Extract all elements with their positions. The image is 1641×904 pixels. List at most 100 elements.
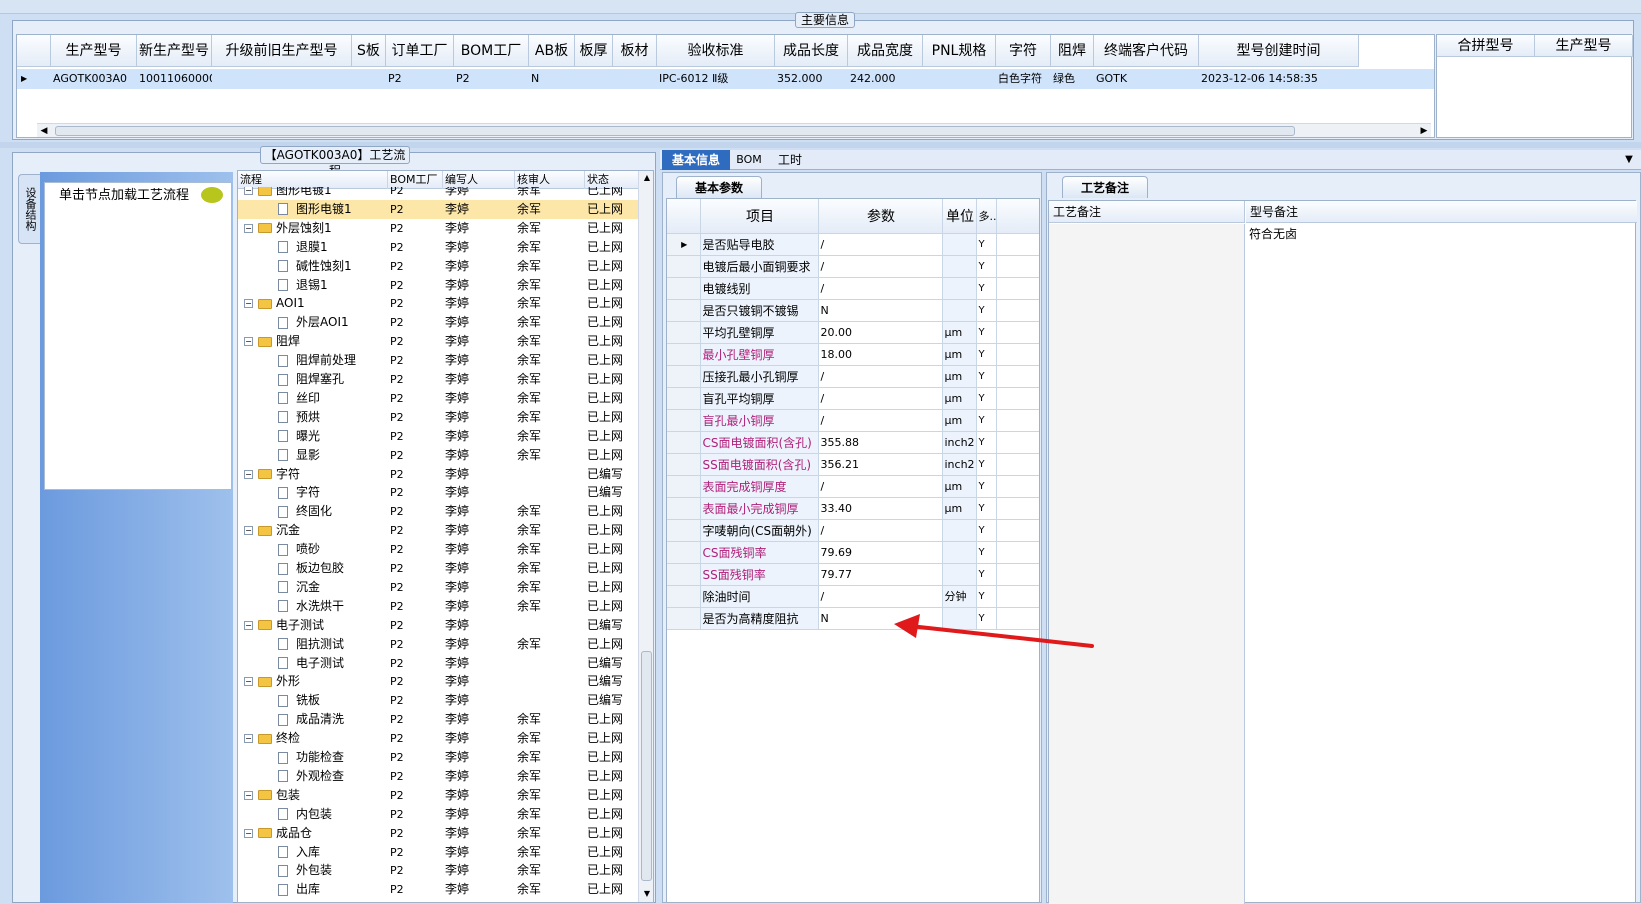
- scroll-up-icon[interactable]: ▲: [639, 171, 653, 185]
- params-row[interactable]: 压接孔最小孔铜厚 / μm Y: [667, 365, 1039, 388]
- table-cell[interactable]: [352, 69, 386, 89]
- tree-row[interactable]: 外层AOI1 P2 李婷 余军 已上网: [238, 313, 638, 332]
- tree-row[interactable]: 功能检查 P2 李婷 余军 已上网: [238, 748, 638, 767]
- merge-model-header[interactable]: 合拼型号: [1437, 35, 1535, 57]
- table-cell[interactable]: IPC-6012 Ⅱ级: [657, 69, 775, 89]
- param-value[interactable]: 20.00: [818, 321, 943, 344]
- tab-basic-info[interactable]: 基本信息: [662, 150, 730, 170]
- param-value[interactable]: /: [818, 519, 943, 542]
- params-row[interactable]: 字唛朝向(CS面朝外) / Y: [667, 519, 1039, 542]
- expand-toggle-icon[interactable]: −: [244, 824, 253, 843]
- col-header[interactable]: 型号创建时间: [1199, 35, 1359, 67]
- table-cell[interactable]: [923, 69, 996, 89]
- scroll-right-icon[interactable]: ▶: [1417, 124, 1431, 137]
- col-header[interactable]: 成品宽度: [848, 35, 923, 67]
- params-row[interactable]: 是否只镀铜不镀锡 N Y: [667, 299, 1039, 322]
- param-value[interactable]: /: [818, 233, 943, 256]
- params-row[interactable]: 电镀线别 / Y: [667, 277, 1039, 300]
- params-row[interactable]: SS面残铜率 79.77 Y: [667, 563, 1039, 586]
- param-value[interactable]: 355.88: [818, 431, 943, 454]
- tab-hours[interactable]: 工时: [772, 150, 808, 170]
- tree-row[interactable]: 碱性蚀刻1 P2 李婷 余军 已上网: [238, 257, 638, 276]
- col-header[interactable]: 阻焊: [1051, 35, 1094, 67]
- param-value[interactable]: /: [818, 255, 943, 278]
- node-hint-box[interactable]: 单击节点加载工艺流程: [44, 182, 232, 490]
- col-header[interactable]: 终端客户代码: [1094, 35, 1199, 67]
- tree-row[interactable]: 内包装 P2 李婷 余军 已上网: [238, 805, 638, 824]
- model-note-textarea[interactable]: 符合无卤: [1249, 225, 1629, 245]
- tab-dropdown-icon[interactable]: ▼: [1622, 152, 1636, 168]
- tree-row[interactable]: 显影 P2 李婷 余军 已上网: [238, 446, 638, 465]
- expand-toggle-icon[interactable]: −: [244, 465, 253, 484]
- tree-row[interactable]: 终固化 P2 李婷 余军 已上网: [238, 502, 638, 521]
- table-cell[interactable]: 10011060000225: [137, 69, 212, 89]
- params-row[interactable]: 表面完成铜厚度 / μm Y: [667, 475, 1039, 498]
- tree-row[interactable]: 字符 P2 李婷 已编写: [238, 483, 638, 502]
- tree-row[interactable]: 入库 P2 李婷 余军 已上网: [238, 843, 638, 862]
- tree-row[interactable]: 阻焊塞孔 P2 李婷 余军 已上网: [238, 370, 638, 389]
- param-value[interactable]: /: [818, 409, 943, 432]
- expand-toggle-icon[interactable]: −: [244, 219, 253, 238]
- col-header[interactable]: S板: [352, 35, 386, 67]
- horizontal-scrollbar[interactable]: ◀ ▶: [37, 123, 1431, 137]
- expand-toggle-icon[interactable]: −: [244, 786, 253, 805]
- tree-row[interactable]: 水洗烘干 P2 李婷 余军 已上网: [238, 597, 638, 616]
- tree-row[interactable]: 退膜1 P2 李婷 余军 已上网: [238, 238, 638, 257]
- tree-row[interactable]: 退锡1 P2 李婷 余军 已上网: [238, 276, 638, 295]
- params-row[interactable]: ▶ 是否贴导电胶 / Y: [667, 233, 1039, 256]
- tree-row[interactable]: 铣板 P2 李婷 已编写: [238, 691, 638, 710]
- expand-toggle-icon[interactable]: −: [244, 729, 253, 748]
- tree-row[interactable]: 喷砂 P2 李婷 余军 已上网: [238, 540, 638, 559]
- scroll-thumb[interactable]: [55, 126, 1295, 136]
- tree-row[interactable]: − 外层蚀刻1 P2 李婷 余军 已上网: [238, 219, 638, 238]
- side-tab-device-structure[interactable]: 设备结构: [18, 174, 40, 244]
- scroll-thumb[interactable]: [641, 651, 652, 881]
- scroll-down-icon[interactable]: ▼: [639, 887, 653, 901]
- expand-toggle-icon[interactable]: −: [244, 672, 253, 691]
- param-value[interactable]: /: [818, 585, 943, 608]
- params-row[interactable]: CS面残铜率 79.69 Y: [667, 541, 1039, 564]
- tree-row[interactable]: 丝印 P2 李婷 余军 已上网: [238, 389, 638, 408]
- tree-row[interactable]: 图形电镀1 P2 李婷 余军 已上网: [238, 199, 638, 219]
- param-value[interactable]: /: [818, 475, 943, 498]
- params-row[interactable]: 最小孔壁铜厚 18.00 μm Y: [667, 343, 1039, 366]
- scroll-left-icon[interactable]: ◀: [37, 124, 51, 137]
- col-unit-header[interactable]: 单位: [942, 199, 977, 234]
- tree-row[interactable]: − AOI1 P2 李婷 余军 已上网: [238, 294, 638, 313]
- tree-row[interactable]: − 沉金 P2 李婷 余军 已上网: [238, 521, 638, 540]
- tree-row[interactable]: − 外形 P2 李婷 已编写: [238, 672, 638, 691]
- col-item-header[interactable]: 项目: [700, 199, 819, 234]
- process-note-textarea[interactable]: [1049, 224, 1245, 904]
- params-row[interactable]: CS面电镀面积(含孔) 355.88 inch2 Y: [667, 431, 1039, 454]
- params-row[interactable]: 表面最小完成铜厚 33.40 μm Y: [667, 497, 1039, 520]
- table-cell[interactable]: P2: [386, 69, 454, 89]
- table-cell[interactable]: 绿色: [1051, 69, 1094, 89]
- col-header[interactable]: 订单工厂: [386, 35, 454, 67]
- col-header[interactable]: 板材: [613, 35, 657, 67]
- params-row[interactable]: 电镀后最小面铜要求 / Y: [667, 255, 1039, 278]
- tree-row[interactable]: 成品清洗 P2 李婷 余军 已上网: [238, 710, 638, 729]
- tree-row[interactable]: 沉金 P2 李婷 余军 已上网: [238, 578, 638, 597]
- col-multi-header[interactable]: 多...: [976, 199, 997, 234]
- tree-row[interactable]: − 字符 P2 李婷 已编写: [238, 465, 638, 484]
- table-cell[interactable]: AGOTK003A0: [51, 69, 137, 89]
- tree-row[interactable]: 阻抗测试 P2 李婷 余军 已上网: [238, 635, 638, 654]
- col-header[interactable]: 字符: [996, 35, 1051, 67]
- expand-toggle-icon[interactable]: −: [244, 521, 253, 540]
- tree-row[interactable]: 外包装 P2 李婷 余军 已上网: [238, 861, 638, 880]
- model-note-header[interactable]: 型号备注: [1246, 201, 1637, 223]
- horizontal-splitter[interactable]: [0, 142, 1641, 148]
- table-cell[interactable]: [613, 69, 657, 89]
- col-header[interactable]: AB板: [529, 35, 575, 67]
- table-cell[interactable]: [212, 69, 352, 89]
- param-value[interactable]: /: [818, 277, 943, 300]
- col-header[interactable]: 成品长度: [775, 35, 848, 67]
- col-header[interactable]: 生产型号: [51, 35, 137, 67]
- table-cell[interactable]: 352.000: [775, 69, 848, 89]
- param-value[interactable]: 356.21: [818, 453, 943, 476]
- params-row[interactable]: SS面电镀面积(含孔) 356.21 inch2 Y: [667, 453, 1039, 476]
- col-header[interactable]: BOM工厂: [454, 35, 529, 67]
- tab-basic-params[interactable]: 基本参数: [676, 176, 762, 198]
- tree-row[interactable]: − 成品仓 P2 李婷 余军 已上网: [238, 824, 638, 843]
- col-header[interactable]: 新生产型号: [137, 35, 212, 67]
